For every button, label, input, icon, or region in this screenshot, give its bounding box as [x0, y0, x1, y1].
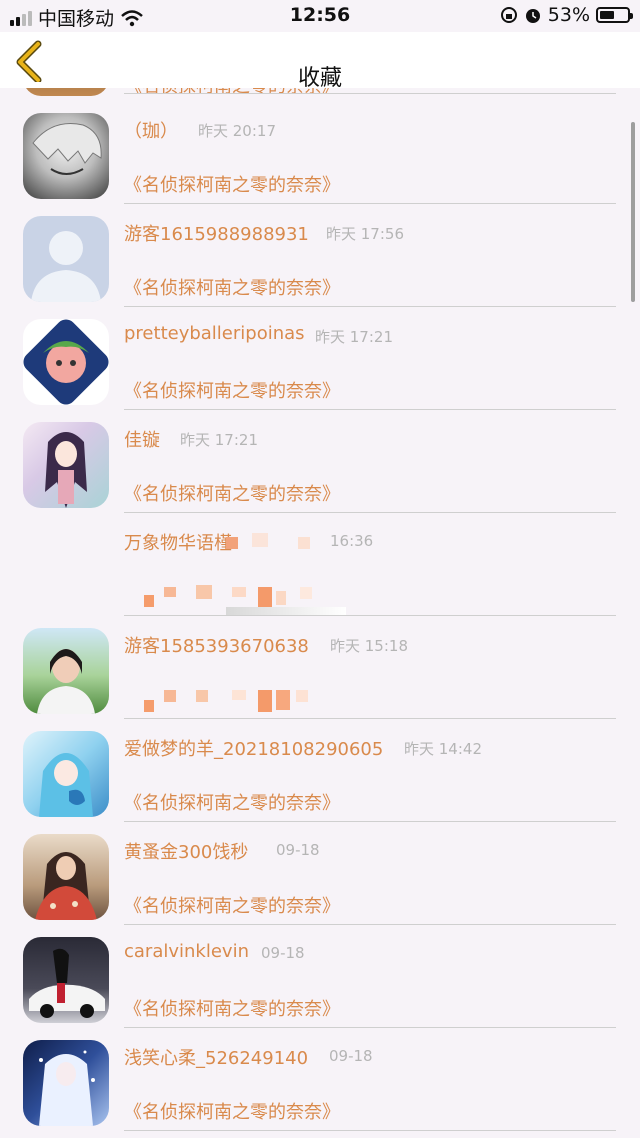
favorite-title: 《名侦探柯南之零的奈奈》 — [124, 175, 340, 196]
divider — [124, 93, 616, 94]
avatar — [23, 834, 109, 920]
favorite-title: 《名侦探柯南之零的奈奈》 — [124, 278, 340, 299]
username: 黄蚤金300饯秒 — [124, 842, 249, 863]
username: 游客1585393670638 — [124, 636, 309, 657]
list-item[interactable]: pretteyballeripoinas 昨天 17:21 《名侦探柯南之零的奈… — [0, 309, 640, 412]
list-item[interactable]: 佳镟 昨天 17:21 《名侦探柯南之零的奈奈》 — [0, 412, 640, 515]
favorite-title: 《名侦探柯南之零的奈奈》 — [124, 484, 340, 505]
person-silhouette-icon — [31, 231, 101, 302]
divider — [124, 924, 616, 925]
page-title: 收藏 — [297, 66, 342, 91]
avatar — [23, 113, 109, 199]
avatar — [23, 319, 109, 405]
list-item[interactable]: 游客1585393670638 昨天 15:18 — [0, 618, 640, 721]
anime-girl-illustration — [39, 753, 93, 817]
navigation-bar: 收藏 — [0, 32, 640, 91]
timestamp: 16:36 — [330, 532, 374, 550]
divider — [124, 203, 616, 204]
list-item[interactable]: 爱做梦的羊_20218108290605 昨天 14:42 《名侦探柯南之零的奈… — [0, 721, 640, 824]
avatar — [23, 937, 109, 1023]
list-item[interactable]: 游客1615988988931 昨天 17:56 《名侦探柯南之零的奈奈》 — [0, 206, 640, 309]
list-item[interactable]: 黄蚤金300饯秒 09-18 《名侦探柯南之零的奈奈》 — [0, 824, 640, 927]
favorite-title: 《名侦探柯南之零的奈奈》 — [124, 1102, 340, 1123]
username: 万象物华语槿 — [124, 533, 232, 554]
battery-percentage: 53% — [547, 4, 590, 26]
anime-girl-illustration — [39, 1050, 95, 1126]
list-item[interactable]: （珈） 昨天 20:17 《名侦探柯南之零的奈奈》 — [0, 103, 640, 206]
favorite-title: 《名侦探柯南之零的奈奈》 — [124, 896, 340, 917]
alarm-icon — [525, 9, 540, 23]
orientation-lock-icon — [500, 7, 517, 23]
username: 佳镟 — [124, 430, 160, 451]
favorites-list[interactable]: 《名侦探柯南之零的奈奈》 （珈） 昨天 20:17 《名侦探柯南之零的奈奈》 游… — [0, 0, 640, 1138]
timestamp: 09-18 — [261, 944, 305, 962]
favorite-title: 《名侦探柯南之零的奈奈》 — [124, 793, 340, 814]
timestamp: 昨天 15:18 — [330, 637, 408, 655]
anime-girl-illustration — [45, 432, 87, 508]
status-bar: 中国移动 12:56 53% — [0, 0, 640, 32]
favorite-title: 《名侦探柯南之零的奈奈》 — [124, 381, 340, 402]
car-and-person-photo — [29, 948, 105, 1018]
battery-icon — [596, 7, 633, 23]
username: 浅笑心柔_526249140 — [124, 1048, 309, 1069]
divider — [124, 615, 616, 616]
timestamp: 昨天 17:21 — [315, 328, 393, 346]
avatar — [23, 731, 109, 817]
username: （珈） — [124, 121, 178, 142]
timestamp: 昨天 20:17 — [198, 122, 276, 140]
list-item[interactable]: caralvinklevin 09-18 《名侦探柯南之零的奈奈》 — [0, 927, 640, 1030]
timestamp: 昨天 14:42 — [404, 740, 482, 758]
timestamp: 昨天 17:21 — [180, 431, 258, 449]
favorite-title: 《名侦探柯南之零的奈奈》 — [124, 999, 340, 1020]
portrait-photo — [37, 649, 95, 714]
list-item[interactable]: 浅笑心柔_526249140 09-18 《名侦探柯南之零的奈奈》 — [0, 1030, 640, 1133]
scrollbar[interactable] — [631, 122, 635, 302]
divider — [124, 718, 616, 719]
username: pretteyballeripoinas — [124, 323, 305, 344]
default-avatar — [23, 216, 109, 302]
timestamp: 09-18 — [276, 841, 320, 859]
portrait-photo — [35, 852, 97, 920]
list-item[interactable]: 万象物华语槿 16:36 — [0, 515, 640, 618]
timestamp: 昨天 17:56 — [326, 225, 404, 243]
avatar — [23, 422, 109, 508]
username: caralvinklevin — [124, 941, 249, 962]
anime-boy-illustration — [32, 123, 102, 175]
username: 爱做梦的羊_20218108290605 — [124, 739, 384, 760]
divider — [124, 306, 616, 307]
cartoon-character-badge — [23, 319, 109, 405]
divider — [124, 512, 616, 513]
username: 游客1615988988931 — [124, 224, 309, 245]
divider — [124, 821, 616, 822]
divider — [124, 409, 616, 410]
divider — [124, 1130, 616, 1131]
avatar — [23, 628, 109, 714]
timestamp: 09-18 — [329, 1047, 373, 1065]
divider — [124, 1027, 616, 1028]
avatar — [23, 1040, 109, 1126]
